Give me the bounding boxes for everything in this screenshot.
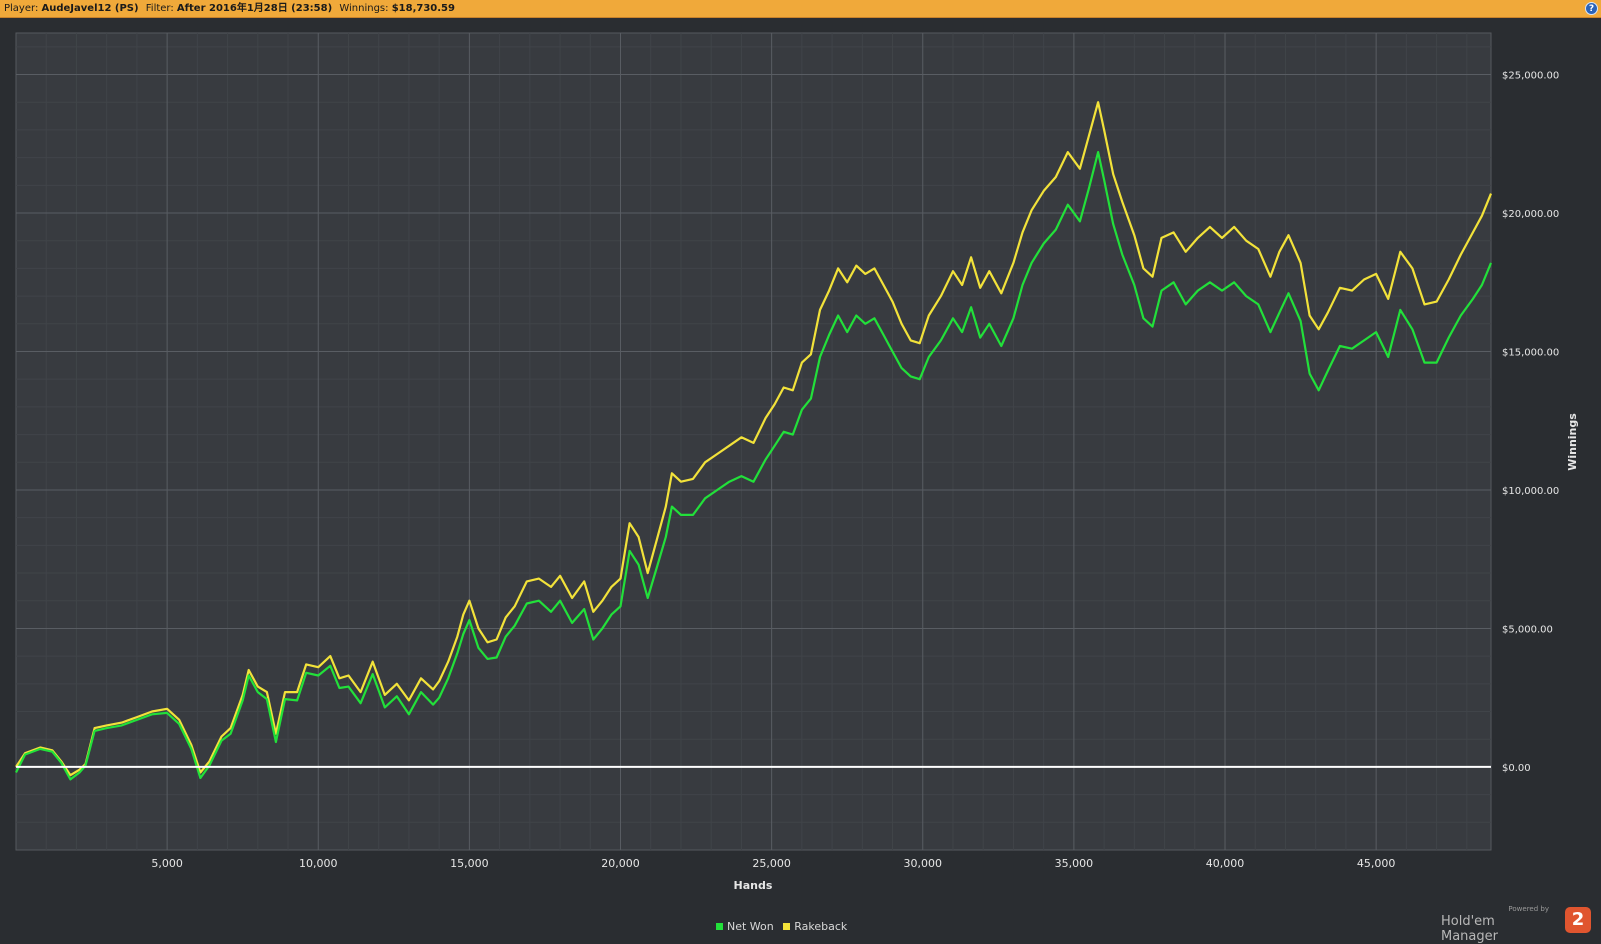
y-axis-ticks: $0.00 $5,000.00 $10,000.00 $15,000.00 $20,00… (1502, 71, 1559, 774)
y-tick-label: $10,000.00 (1502, 486, 1559, 497)
legend-item-rakeback: Rakeback (783, 920, 847, 933)
winnings-chart: 5,000 10,000 15,000 20,000 25,000 30,000 35,00… (15, 32, 1579, 892)
y-tick-label: $0.00 (1502, 763, 1531, 774)
x-tick-label: 40,000 (1206, 857, 1245, 870)
x-tick-label: 20,000 (601, 857, 640, 870)
legend-label-rakeback: Rakeback (794, 920, 848, 933)
y-tick-label: $25,000.00 (1502, 71, 1559, 82)
x-tick-label: 25,000 (752, 857, 791, 870)
legend-item-net-won: Net Won (716, 920, 774, 933)
y-tick-label: $5,000.00 (1502, 624, 1553, 635)
branding: Powered by Hold'em Manager 2 (1441, 905, 1591, 944)
x-tick-label: 30,000 (904, 857, 943, 870)
x-tick-label: 45,000 (1357, 857, 1396, 870)
product-name: Hold'em Manager (1441, 914, 1498, 944)
x-axis-title: Hands (734, 879, 773, 892)
legend-swatch-net-won (716, 923, 723, 930)
hem2-logo-icon: 2 (1565, 907, 1591, 933)
powered-by-label: Powered by (1508, 905, 1549, 913)
y-axis-title: Winnings (1566, 413, 1579, 471)
legend-swatch-rakeback (783, 923, 791, 930)
x-tick-label: 15,000 (450, 857, 489, 870)
x-tick-label: 35,000 (1055, 857, 1094, 870)
legend-label-net-won: Net Won (727, 920, 774, 933)
chart-legend: Net Won Rakeback (716, 920, 853, 933)
y-tick-label: $20,000.00 (1502, 209, 1559, 220)
x-tick-label: 5,000 (151, 857, 183, 870)
x-tick-label: 10,000 (299, 857, 338, 870)
x-axis-ticks: 5,000 10,000 15,000 20,000 25,000 30,000 35,00… (151, 857, 1395, 870)
y-tick-label: $15,000.00 (1502, 347, 1559, 358)
